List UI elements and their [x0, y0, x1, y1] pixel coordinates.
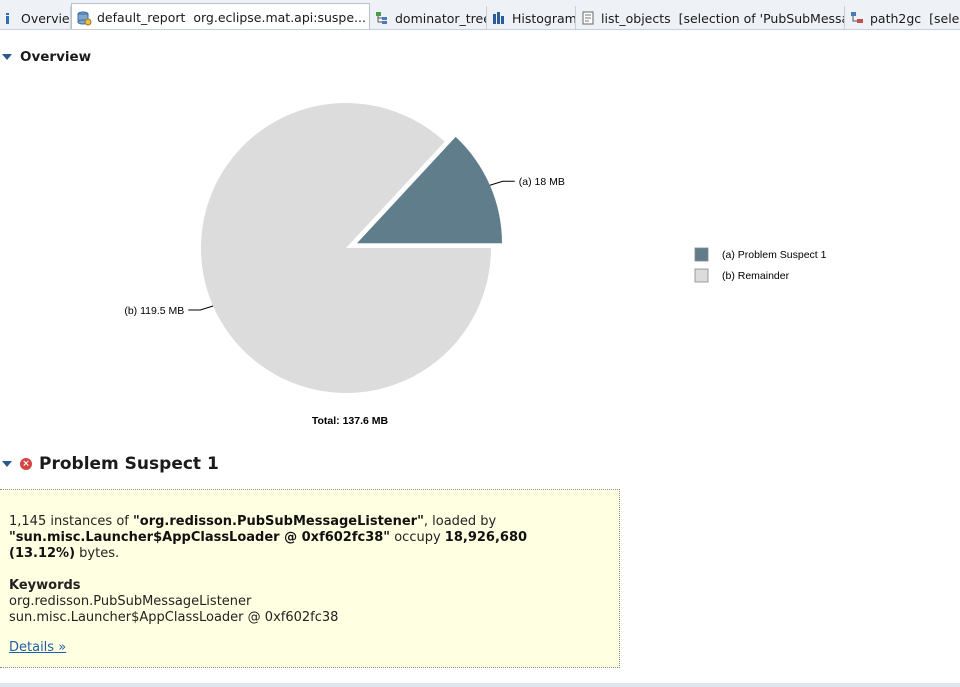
pie-chart: (a) 18 MB (b) 119.5 MB (a) Problem Suspect… [124, 102, 827, 427]
list-icon [580, 10, 596, 26]
tab-label: path2gc [selecti [870, 10, 960, 26]
tab-label: Overview [21, 10, 70, 26]
pie-total-label: Total: 137.6 MB [312, 415, 389, 427]
legend-label: (b) Remainder [722, 270, 790, 282]
tab-label: list_objects [selection of 'PubSubMessa.… [601, 10, 845, 26]
desc-text: bytes. [75, 546, 120, 561]
desc-text: 1,145 instances of [9, 514, 133, 529]
tree-icon [374, 10, 390, 26]
tab-label: dominator_tree [395, 10, 487, 26]
suspect-description: 1,145 instances of "org.redisson.PubSubM… [9, 514, 609, 562]
database-icon [76, 10, 92, 26]
desc-text: occupy [390, 530, 445, 545]
tab-histogram[interactable]: Histogram [487, 6, 576, 29]
keyword-item: sun.misc.Launcher$AppClassLoader @ 0xf60… [9, 610, 339, 625]
tab-dominator-tree[interactable]: dominator_tree [370, 6, 487, 29]
legend-swatch [694, 247, 709, 262]
desc-text: , loaded by [423, 514, 497, 529]
problem-suspect-details: 1,145 instances of "org.redisson.PubSubM… [0, 489, 620, 668]
pie-data-label: (b) 119.5 MB [124, 305, 184, 317]
error-icon: × [20, 458, 32, 470]
details-link[interactable]: Details » [9, 640, 66, 656]
tab-path2gc[interactable]: path2gc [selecti [845, 6, 960, 29]
tab-label: Histogram [512, 10, 576, 26]
tab-default-report[interactable]: default_report org.eclipse.mat.api:suspe… [71, 3, 370, 29]
collapse-twisty-icon[interactable] [2, 54, 12, 60]
keywords-title: Keywords [9, 578, 81, 593]
legend-swatch [694, 268, 709, 283]
overview-section-header[interactable]: Overview [2, 49, 91, 65]
problem-suspect-title: Problem Suspect 1 [39, 454, 219, 474]
percent-value: (13.12%) [9, 546, 76, 561]
legend-label: (a) Problem Suspect 1 [722, 249, 827, 261]
bottom-border [0, 683, 960, 687]
pie-leader-line [489, 180, 515, 186]
pie-leader-line [188, 305, 214, 311]
keyword-item: org.redisson.PubSubMessageListener [9, 594, 252, 609]
histogram-icon [491, 10, 507, 26]
bytes-value: 18,926,680 [444, 530, 528, 545]
path-icon [849, 10, 865, 26]
classloader-name: "sun.misc.Launcher$AppClassLoader @ 0xf6… [9, 530, 391, 545]
tab-label: default_report org.eclipse.mat.api:suspe… [97, 10, 366, 25]
tab-list-objects[interactable]: list_objects [selection of 'PubSubMessa.… [576, 6, 845, 29]
editor-tab-bar: Overview default_report org.eclipse.mat.… [0, 0, 960, 30]
overview-title: Overview [20, 49, 92, 65]
pie-data-label: (a) 18 MB [519, 176, 565, 188]
tab-overview[interactable]: Overview [0, 6, 71, 29]
problem-suspect-header[interactable]: × Problem Suspect 1 [2, 454, 219, 474]
info-icon [0, 10, 16, 26]
class-name: "org.redisson.PubSubMessageListener" [133, 514, 424, 529]
collapse-twisty-icon[interactable] [2, 461, 12, 467]
